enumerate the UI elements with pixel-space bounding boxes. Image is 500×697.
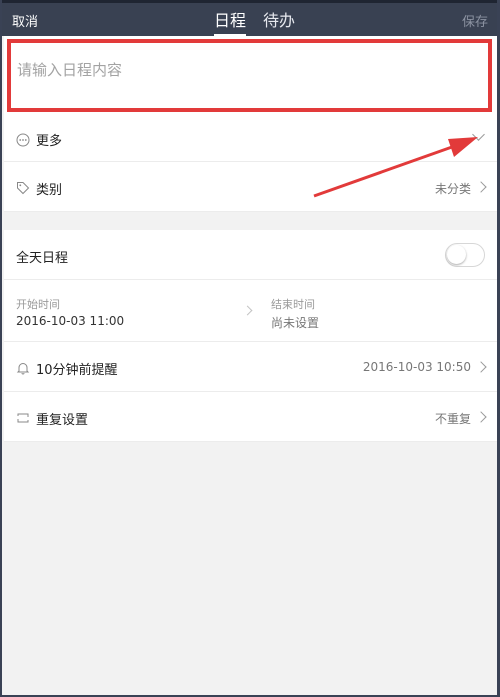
annotation-arrow-head — [448, 137, 478, 157]
annotation-arrow — [313, 137, 478, 198]
annotation-arrow-shaft — [313, 145, 453, 198]
